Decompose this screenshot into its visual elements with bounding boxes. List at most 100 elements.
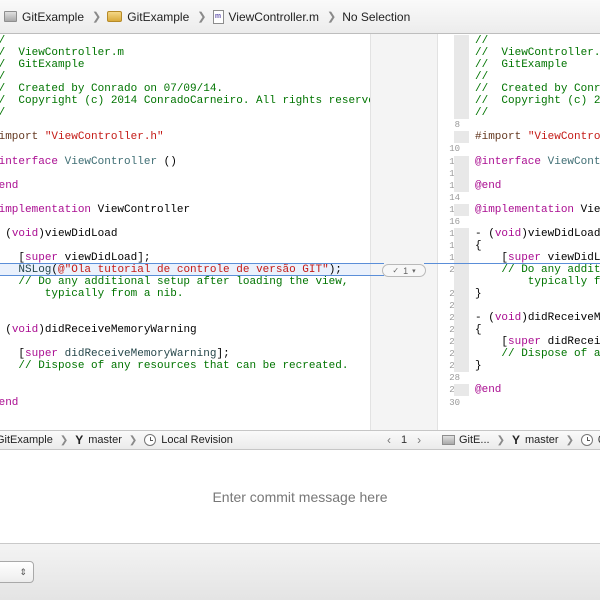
code-token: @interface xyxy=(0,155,59,168)
chevron-right-icon: ❯ xyxy=(197,11,207,23)
code-token: () xyxy=(157,155,177,168)
objc-file-icon: m xyxy=(212,9,224,24)
code-line: // xyxy=(475,71,488,83)
branch-icon: Y xyxy=(75,433,84,447)
revision-branch[interactable]: Y master xyxy=(508,433,563,447)
jumpbar-symbol[interactable]: No Selection xyxy=(338,0,416,34)
jumpbar-file[interactable]: m ViewController.m xyxy=(209,0,325,34)
revision-project[interactable]: GitE... xyxy=(438,434,494,446)
code-token: void xyxy=(494,227,522,240)
fold-block[interactable] xyxy=(454,35,469,120)
code-token: typically from a nib. xyxy=(0,288,184,301)
folder-icon xyxy=(107,11,123,22)
code-line: @interface ViewController () xyxy=(0,156,177,168)
code-line: - (void)didReceiveMemoryWarning xyxy=(0,324,197,337)
code-line: // xyxy=(475,107,488,119)
code-token: // Do any additional setup after loading… xyxy=(501,263,600,276)
code-line: // Do any additional setup after loading… xyxy=(0,276,348,288)
code-token: { xyxy=(475,239,482,252)
chevron-right-icon: ❯ xyxy=(565,434,574,446)
fold-block[interactable] xyxy=(454,227,469,313)
code-line: // xyxy=(0,35,5,47)
code-line: [super didReceiveMemoryWarning]; xyxy=(0,348,229,361)
committed-revision-bar: GitE... ❯ Y master ❯ 07 xyxy=(438,430,600,450)
code-token: void xyxy=(494,312,522,325)
jumpbar-group-label: GitExample xyxy=(127,9,190,24)
code-folding-ribbon[interactable] xyxy=(454,34,469,430)
code-token: #import xyxy=(475,131,528,144)
code-token: // GitExample xyxy=(0,59,85,72)
code-line: { xyxy=(475,240,482,252)
code-token: didReceiveMemoryWarning xyxy=(64,348,217,361)
change-connector-bottom xyxy=(0,275,384,276)
code-line: @end xyxy=(0,180,18,192)
next-change-button[interactable]: › xyxy=(417,433,421,447)
code-token: // GitExample xyxy=(475,59,568,72)
branch-icon: Y xyxy=(511,433,520,447)
local-project[interactable]: GitExample xyxy=(0,434,57,446)
code-token: { xyxy=(475,324,482,337)
code-token: } xyxy=(475,288,482,301)
jumpbar-project[interactable]: GitExample xyxy=(0,0,90,34)
code-token: ViewController xyxy=(64,155,158,168)
code-token: @end xyxy=(475,179,502,192)
code-token: @end xyxy=(0,179,19,192)
code-token: [ xyxy=(18,348,26,361)
code-token: // xyxy=(0,71,5,83)
revision-branch-label: master xyxy=(524,434,559,446)
code-token: super xyxy=(25,348,59,361)
fold-block[interactable] xyxy=(454,312,469,373)
checkbox-icon: ✓ xyxy=(392,266,400,275)
local-revision[interactable]: Local Revision xyxy=(140,434,237,446)
code-token: )didReceiveMemoryWarning xyxy=(38,324,197,337)
revision-editor[interactable]: 1234567891011121314151617181920212223242… xyxy=(438,34,600,430)
code-line: // Dispose of any resources that can be … xyxy=(475,348,600,360)
change-discard-pill[interactable]: ✓ 1 ▾ xyxy=(382,264,426,277)
code-line: typically from a nib. xyxy=(475,276,600,288)
code-token: // Dispose of any resources that can be … xyxy=(501,348,600,361)
options-popup-button[interactable]: ⇕ xyxy=(0,561,34,583)
code-token: typically from a nib. xyxy=(527,276,600,288)
local-editor[interactable]: //// ViewController.m// GitExample//// C… xyxy=(0,34,370,430)
code-line: @end xyxy=(475,384,501,396)
revision-commit[interactable]: 07 xyxy=(577,434,600,446)
code-line: // xyxy=(0,71,5,83)
revision-code: //// ViewController.m// GitExample//// C… xyxy=(475,34,600,430)
code-line: // Created by Conrado on 07/09/14. xyxy=(475,83,600,95)
jumpbar-file-label: ViewController.m xyxy=(228,9,319,24)
code-line: } xyxy=(475,288,482,300)
fold-block[interactable] xyxy=(454,131,469,144)
code-token: ViewController xyxy=(580,203,600,216)
code-line: // Copyright (c) 2014 ConradoCarneiro. A… xyxy=(475,95,600,107)
jump-bar: GitExample ❯ GitExample ❯ m ViewControll… xyxy=(0,0,600,34)
code-token: - ( xyxy=(5,324,12,337)
code-line: typically from a nib. xyxy=(0,288,184,301)
jumpbar-group[interactable]: GitExample xyxy=(103,0,195,34)
previous-change-button[interactable]: ‹ xyxy=(387,433,391,447)
code-token: ViewController xyxy=(97,203,191,216)
chevron-right-icon: ❯ xyxy=(59,434,69,446)
change-connector-right xyxy=(424,263,600,264)
code-line: // Do any additional setup after loading… xyxy=(475,264,600,276)
local-branch[interactable]: Y master xyxy=(71,433,126,447)
code-token: void xyxy=(11,324,39,337)
code-token: didReceiveMemoryWarning]; xyxy=(547,336,600,349)
fold-block[interactable] xyxy=(454,203,469,216)
fold-block[interactable] xyxy=(454,155,469,192)
revision-project-label: GitE... xyxy=(459,434,490,446)
code-line: #import "ViewController.h" xyxy=(0,131,164,143)
code-line: // GitExample xyxy=(0,59,84,71)
code-token: // xyxy=(475,35,489,47)
fold-block[interactable] xyxy=(454,384,469,397)
code-line: // GitExample xyxy=(475,59,567,71)
code-token: // ViewController.m xyxy=(0,47,125,60)
code-line: // Copyright (c) 2014 ConradoCarneiro. A… xyxy=(0,95,370,107)
code-token: // ViewController.m xyxy=(475,47,600,60)
code-line: [super didReceiveMemoryWarning]; xyxy=(475,336,600,348)
code-token: // xyxy=(0,35,5,47)
code-line: // Created by Conrado on 07/09/14. xyxy=(0,83,223,95)
code-line: #import "ViewController.h" xyxy=(475,131,600,143)
commit-message-input[interactable] xyxy=(100,489,500,505)
code-token: "ViewController.h" xyxy=(44,131,164,144)
